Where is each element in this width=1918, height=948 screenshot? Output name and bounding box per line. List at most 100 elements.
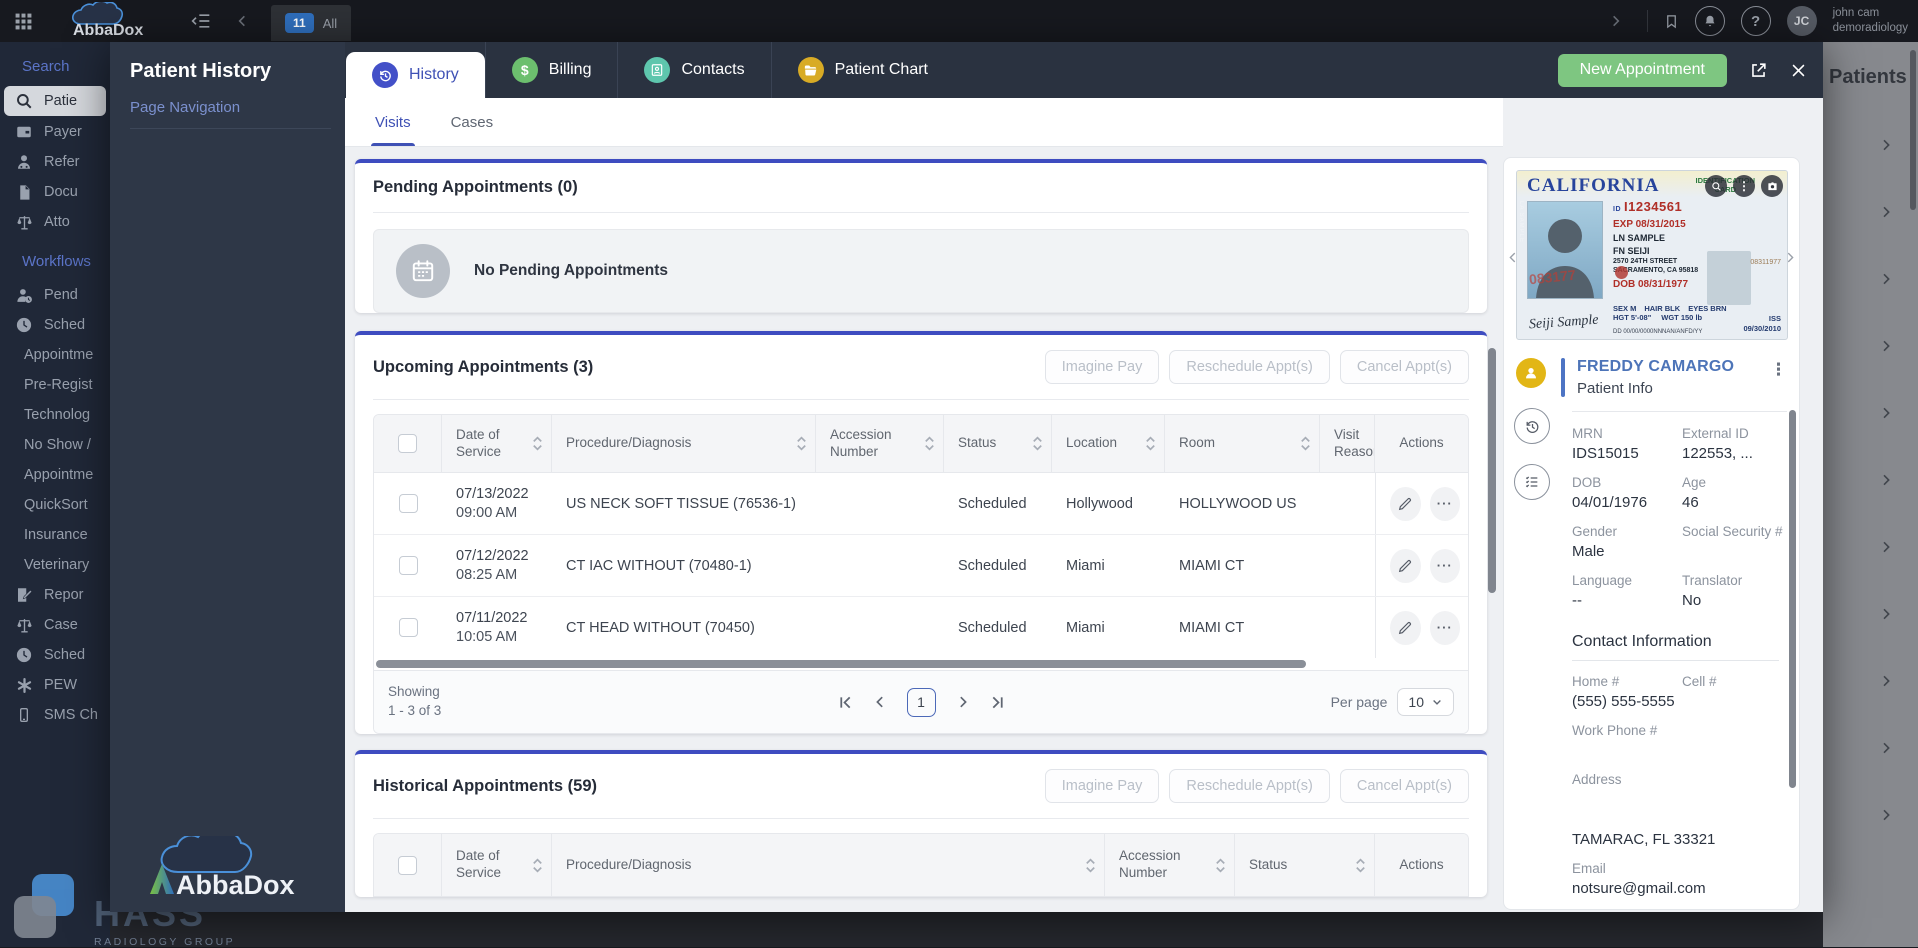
sidebar-item-quicksort[interactable]: QuickSort: [0, 490, 110, 520]
patient-menu-icon[interactable]: ⋮: [1770, 360, 1787, 380]
select-all-checkbox[interactable]: [374, 834, 442, 896]
idcard-camera-icon[interactable]: [1761, 175, 1783, 197]
sidebar-item-no-show[interactable]: No Show /: [0, 430, 110, 460]
imagine-pay-button[interactable]: Imagine Pay: [1044, 350, 1160, 384]
sidebar-item-appointme[interactable]: Appointme: [0, 340, 110, 370]
history-rail-icon[interactable]: [1514, 408, 1550, 444]
sidebar-item-refer[interactable]: Refer: [0, 147, 110, 177]
edit-appointment-button[interactable]: [1390, 610, 1421, 645]
sidebar-item-docu[interactable]: Docu: [0, 177, 110, 207]
room-cell: MIAMI CT: [1179, 619, 1245, 636]
cancel-appt-s-button[interactable]: Cancel Appt(s): [1339, 350, 1469, 384]
notifications-bell-icon[interactable]: [1694, 6, 1725, 36]
reschedule-appt-s-button[interactable]: Reschedule Appt(s): [1169, 350, 1330, 384]
column-header-actions[interactable]: Actions: [1375, 415, 1468, 472]
abbadox-footer-logo: AbbaDox: [126, 836, 326, 908]
open-patient-tab[interactable]: 11 All: [271, 5, 352, 41]
tabs-scroll-left-icon[interactable]: [235, 13, 251, 29]
sidebar-collapse-icon[interactable]: [191, 11, 211, 31]
idcard-more-icon[interactable]: ⋮: [1733, 175, 1755, 197]
section-title-workflows: Workflows: [22, 253, 91, 270]
sidebar-item-atto[interactable]: Atto: [0, 207, 110, 237]
cancel-appt-s-button[interactable]: Cancel Appt(s): [1339, 769, 1469, 803]
subtab-visits[interactable]: Visits: [371, 98, 415, 146]
field-translator: Translator No: [1682, 573, 1743, 609]
column-header-date-of-service[interactable]: Date of Service: [442, 834, 552, 896]
sidebar-item-appointme[interactable]: Appointme: [0, 460, 110, 490]
column-header-date-of-service[interactable]: Date of Service: [442, 415, 552, 472]
sidebar-item-patie[interactable]: Patie: [4, 86, 106, 116]
column-header-actions[interactable]: Actions: [1375, 834, 1468, 896]
sidebar-item-sms-ch[interactable]: SMS Ch: [0, 700, 110, 730]
more-actions-button[interactable]: ···: [1429, 548, 1460, 583]
tab-patient-chart[interactable]: Patient Chart: [770, 42, 954, 98]
more-actions-button[interactable]: ···: [1429, 610, 1460, 645]
tabs-scroll-right-icon[interactable]: [1607, 13, 1623, 29]
checkbox[interactable]: [398, 556, 418, 575]
tab-billing[interactable]: $ Billing: [484, 42, 618, 98]
new-appointment-button[interactable]: New Appointment: [1557, 53, 1727, 87]
column-header-status[interactable]: Status: [1235, 834, 1375, 896]
sidebar-item-case[interactable]: Case: [0, 610, 110, 640]
edit-appointment-button[interactable]: [1390, 548, 1421, 583]
sidebar-item-repor[interactable]: Repor: [0, 580, 110, 610]
current-page[interactable]: 1: [906, 687, 936, 717]
sidebar-item-payer[interactable]: Payer: [0, 117, 110, 147]
column-header-procedure-diagnosis[interactable]: Procedure/Diagnosis: [552, 415, 816, 472]
sidebar-item-insurance[interactable]: Insurance: [0, 520, 110, 550]
column-header-status[interactable]: Status: [944, 415, 1052, 472]
column-header-accession-number[interactable]: Accession Number: [1105, 834, 1235, 896]
next-page-icon[interactable]: [956, 695, 970, 709]
edit-appointment-button[interactable]: [1390, 486, 1421, 521]
sidebar-item-label: Payer: [44, 124, 82, 140]
checkbox[interactable]: [398, 494, 418, 513]
sidebar-item-sched[interactable]: Sched: [0, 640, 110, 670]
sidebar-item-technolog[interactable]: Technolog: [0, 400, 110, 430]
history-tab-icon: [372, 62, 398, 88]
help-icon[interactable]: ?: [1740, 6, 1771, 36]
patient-panel-scrollbar[interactable]: [1789, 410, 1796, 788]
tab-history[interactable]: History: [346, 52, 485, 98]
idcard-zoom-icon[interactable]: [1705, 175, 1727, 197]
abbadox-logo[interactable]: AbbaDox: [59, 2, 163, 40]
checkbox[interactable]: [398, 618, 418, 637]
column-header-procedure-diagnosis[interactable]: Procedure/Diagnosis: [552, 834, 1105, 896]
column-header-visit-reason[interactable]: Visit Reason: [1320, 415, 1375, 472]
logo-text: AbbaDox: [73, 22, 143, 39]
previous-page-icon[interactable]: [873, 695, 887, 709]
column-header-accession-number[interactable]: Accession Number: [816, 415, 944, 472]
select-all-checkbox[interactable]: [374, 415, 442, 472]
historical-appointments-card: Historical Appointments (59) Imagine Pay…: [355, 750, 1487, 897]
id-card-image[interactable]: CALIFORNIA IDENTIFICATION CARD LA SAMPLE…: [1516, 170, 1788, 340]
tab-contacts[interactable]: Contacts: [617, 42, 770, 98]
background-row-chevron-icon: [1823, 647, 1918, 714]
page-navigation-link[interactable]: Page Navigation: [130, 99, 331, 129]
sidebar-item-pew[interactable]: PEW: [0, 670, 110, 700]
column-header-location[interactable]: Location: [1052, 415, 1165, 472]
sidebar-item-pre-regist[interactable]: Pre-Regist: [0, 370, 110, 400]
scales-icon: [14, 616, 34, 635]
bookmark-icon[interactable]: [1664, 13, 1679, 30]
content-vertical-scrollbar[interactable]: [1488, 348, 1496, 593]
contact-grid: Home # (555) 555-5555 Cell #: [1572, 674, 1779, 710]
user-avatar[interactable]: JC: [1786, 6, 1817, 36]
checkbox[interactable]: [398, 855, 417, 875]
app-grid-icon[interactable]: [14, 12, 33, 31]
more-actions-button[interactable]: ···: [1429, 486, 1460, 521]
reschedule-appt-s-button[interactable]: Reschedule Appt(s): [1169, 769, 1330, 803]
last-page-icon[interactable]: [990, 695, 1005, 710]
checklist-rail-icon[interactable]: [1514, 464, 1550, 500]
per-page-select[interactable]: 10: [1397, 688, 1454, 716]
sidebar-item-sched[interactable]: Sched: [0, 310, 110, 340]
table-horizontal-scrollbar[interactable]: [376, 660, 1306, 668]
first-page-icon[interactable]: [838, 695, 853, 710]
checkbox[interactable]: [398, 434, 417, 453]
subtab-cases[interactable]: Cases: [451, 98, 494, 146]
sidebar-item-pend[interactable]: Pend: [0, 280, 110, 310]
sidebar-item-veterinary[interactable]: Veterinary: [0, 550, 110, 580]
column-header-room[interactable]: Room: [1165, 415, 1320, 472]
background-scrollbar[interactable]: [1910, 50, 1916, 210]
close-icon[interactable]: [1790, 62, 1807, 79]
open-in-new-icon[interactable]: [1749, 61, 1768, 80]
imagine-pay-button[interactable]: Imagine Pay: [1044, 769, 1160, 803]
